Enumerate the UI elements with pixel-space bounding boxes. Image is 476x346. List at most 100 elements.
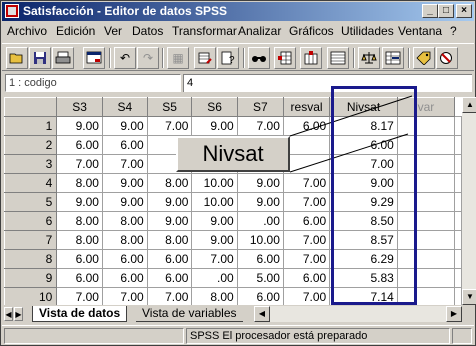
data-cell[interactable]: 6.00: [282, 211, 331, 231]
data-cell[interactable]: 7.00: [56, 154, 103, 174]
variables-icon[interactable]: ?: [217, 47, 239, 69]
data-cell[interactable]: 7.00: [146, 116, 193, 136]
select-cases-icon[interactable]: [382, 47, 404, 69]
use-sets-icon[interactable]: [436, 47, 458, 69]
data-cell[interactable]: 6.00: [282, 116, 331, 136]
data-cell[interactable]: [454, 268, 462, 288]
data-cell[interactable]: [454, 173, 462, 193]
row-number[interactable]: 8: [4, 249, 58, 269]
data-cell[interactable]: 7.00: [236, 116, 284, 136]
data-cell[interactable]: 9.00: [191, 116, 238, 136]
data-cell[interactable]: [454, 154, 462, 174]
data-cell[interactable]: 6.00: [146, 249, 193, 269]
data-cell[interactable]: [396, 154, 456, 174]
data-cell[interactable]: 8.00: [56, 173, 103, 193]
row-number[interactable]: 3: [4, 154, 58, 174]
data-cell[interactable]: [396, 230, 456, 250]
data-cell[interactable]: [396, 211, 456, 231]
menu-ver[interactable]: Ver: [104, 24, 122, 38]
data-cell[interactable]: 6.00: [56, 249, 103, 269]
chart-builder-icon[interactable]: ▦: [167, 47, 189, 69]
cell-reference-field[interactable]: 1 : codigo: [5, 74, 181, 92]
row-number[interactable]: 7: [4, 230, 58, 250]
data-cell[interactable]: 7.00: [329, 154, 398, 174]
tab-variable-view[interactable]: Vista de variables: [136, 306, 243, 322]
insert-variable-icon[interactable]: [300, 47, 322, 69]
undo-icon[interactable]: ↶: [114, 47, 136, 69]
data-cell[interactable]: [396, 268, 456, 288]
column-header[interactable]: var: [396, 97, 456, 117]
data-cell[interactable]: 6.00: [56, 268, 103, 288]
row-number[interactable]: 4: [4, 173, 58, 193]
data-cell[interactable]: 8.00: [146, 230, 193, 250]
vertical-scrollbar[interactable]: ▲ ▼: [462, 97, 476, 305]
data-cell[interactable]: [454, 230, 462, 250]
data-cell[interactable]: 9.00: [56, 116, 103, 136]
column-header[interactable]: S6: [191, 97, 238, 117]
menu-analizar[interactable]: Analizar: [238, 24, 281, 38]
data-cell[interactable]: 7.00: [282, 230, 331, 250]
tab-next-icon[interactable]: ▶: [14, 307, 23, 321]
menu-datos[interactable]: Datos: [132, 24, 163, 38]
column-header[interactable]: resval: [282, 97, 331, 117]
data-cell[interactable]: .00: [236, 211, 284, 231]
data-cell[interactable]: 6.00: [236, 249, 284, 269]
split-file-icon[interactable]: [327, 47, 349, 69]
data-cell[interactable]: 9.00: [101, 192, 148, 212]
data-cell[interactable]: 6.00: [56, 135, 103, 155]
title-bar[interactable]: Satisfacción - Editor de datos SPSS _ □ …: [2, 2, 474, 21]
menu-help[interactable]: ?: [450, 24, 457, 38]
menu-ventana[interactable]: Ventana: [398, 24, 442, 38]
column-header[interactable]: S4: [101, 97, 148, 117]
go-to-case-icon[interactable]: [194, 47, 216, 69]
data-cell[interactable]: 9.00: [101, 173, 148, 193]
data-cell[interactable]: 10.00: [191, 173, 238, 193]
tab-first-icon[interactable]: ◀: [4, 307, 13, 321]
row-number[interactable]: 2: [4, 135, 58, 155]
data-cell[interactable]: 7.00: [101, 154, 148, 174]
minimize-button[interactable]: _: [422, 4, 438, 18]
row-number[interactable]: 1: [4, 116, 58, 136]
save-icon[interactable]: [29, 47, 51, 69]
data-cell[interactable]: 9.00: [236, 173, 284, 193]
scroll-right-icon[interactable]: ▶: [446, 306, 462, 322]
column-header[interactable]: S5: [146, 97, 193, 117]
data-cell[interactable]: 5.00: [236, 268, 284, 288]
data-cell[interactable]: 10.00: [236, 230, 284, 250]
scroll-down-icon[interactable]: ▼: [462, 289, 476, 305]
data-cell[interactable]: [396, 135, 456, 155]
data-cell[interactable]: 9.29: [329, 192, 398, 212]
data-cell[interactable]: 7.00: [282, 249, 331, 269]
data-cell[interactable]: .00: [191, 268, 238, 288]
data-cell[interactable]: [454, 249, 462, 269]
data-cell[interactable]: 5.83: [329, 268, 398, 288]
horizontal-scrollbar[interactable]: ◀ ▶: [254, 306, 462, 322]
data-cell[interactable]: 9.00: [146, 192, 193, 212]
data-cell[interactable]: 6.00: [329, 135, 398, 155]
data-cell[interactable]: [454, 192, 462, 212]
data-cell[interactable]: 8.00: [101, 211, 148, 231]
maximize-button[interactable]: □: [438, 4, 454, 18]
data-cell[interactable]: [396, 287, 456, 305]
data-cell[interactable]: 8.00: [56, 211, 103, 231]
open-icon[interactable]: [6, 47, 28, 69]
data-cell[interactable]: 8.00: [146, 173, 193, 193]
data-cell[interactable]: 8.00: [191, 287, 238, 305]
data-cell[interactable]: 9.00: [101, 116, 148, 136]
data-cell[interactable]: [282, 154, 331, 174]
cell-value-input[interactable]: 4: [183, 74, 472, 92]
weight-cases-icon[interactable]: [358, 47, 380, 69]
tab-data-view[interactable]: Vista de datos: [32, 306, 128, 322]
data-cell[interactable]: 8.00: [101, 230, 148, 250]
data-cell[interactable]: 6.00: [146, 268, 193, 288]
data-cell[interactable]: 6.00: [101, 249, 148, 269]
scroll-up-icon[interactable]: ▲: [462, 97, 476, 113]
data-cell[interactable]: 9.00: [329, 173, 398, 193]
data-cell[interactable]: 8.57: [329, 230, 398, 250]
data-cell[interactable]: 7.00: [282, 173, 331, 193]
data-cell[interactable]: 9.00: [56, 192, 103, 212]
column-header[interactable]: S7: [236, 97, 284, 117]
data-cell[interactable]: [282, 135, 331, 155]
data-cell[interactable]: 7.14: [329, 287, 398, 305]
data-cell[interactable]: 9.00: [146, 211, 193, 231]
